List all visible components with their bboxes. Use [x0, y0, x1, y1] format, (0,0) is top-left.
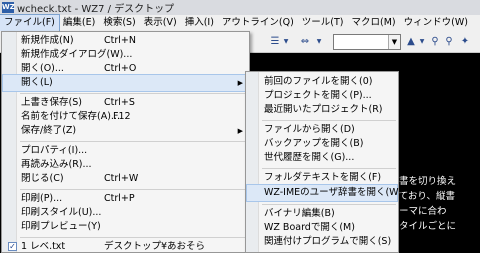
menu-file[interactable]: ファイル(F)	[0, 14, 60, 32]
submenu-item-open-associated[interactable]: 関連付けプログラムで開く(S)	[247, 234, 397, 250]
menu-edit[interactable]: 編集(E)	[59, 15, 99, 31]
menu-separator	[262, 168, 396, 169]
menu-macro[interactable]: マクロ(M)	[348, 15, 400, 31]
pin-icon[interactable]: ✦	[458, 34, 472, 50]
chevron-down-icon[interactable]: ▼	[282, 34, 290, 50]
menu-bar: ファイル(F) 編集(E) 検索(S) 表示(V) 挿入(I) アウトライン(Q…	[0, 14, 480, 32]
menu-separator	[20, 189, 247, 190]
open-submenu: 前回のファイルを開く(0) プロジェクトを開く(P)... 最近開いたプロジェク…	[245, 71, 402, 253]
menu-item-print-preview[interactable]: 印刷プレビュー(Y)	[3, 219, 248, 235]
window-title: wcheck.txt - WZ7 / デスクトップ	[17, 4, 175, 15]
search-next-icon[interactable]: ⚲	[442, 34, 456, 50]
menu-separator	[20, 93, 247, 94]
menu-search[interactable]: 検索(S)	[99, 15, 139, 31]
menu-outline[interactable]: アウトライン(Q)	[218, 15, 298, 31]
menu-tools[interactable]: ツール(T)	[298, 15, 348, 31]
chevron-down-icon[interactable]: ▼	[388, 35, 400, 49]
app-logo-icon: WZ	[2, 2, 15, 13]
list-icon[interactable]: ☰	[268, 34, 282, 50]
submenu-arrow-icon: ▶	[237, 127, 243, 135]
submenu-item-open-history[interactable]: 世代履歴を開く(G)...	[247, 150, 397, 166]
menu-item-open-submenu[interactable]: 開く(L) ▶	[2, 74, 249, 92]
menu-separator	[262, 204, 396, 205]
submenu-item-recent-projects[interactable]: 最近開いたプロジェクト(R)	[247, 102, 397, 118]
toolbar-combobox[interactable]: ▼	[333, 34, 401, 50]
menu-window[interactable]: ウィンドウ(W)	[400, 15, 472, 31]
submenu-item-open-ime-dictionary[interactable]: WZ-IMEのユーザ辞書を開く(W)	[246, 184, 402, 202]
menu-separator	[20, 237, 247, 238]
menu-separator	[20, 141, 247, 142]
submenu-item-open-folder-text[interactable]: フォルダテキストを開く(F)	[247, 170, 397, 186]
menu-insert[interactable]: 挿入(I)	[181, 15, 218, 31]
submenu-arrow-icon: ▶	[237, 79, 243, 87]
double-arrow-icon[interactable]: ⇔	[295, 34, 315, 50]
menu-item-recent-file[interactable]: ✓ 1 レベ.txt デスクトップ¥あおそら	[3, 239, 248, 253]
file-menu: 新規作成(N) Ctrl+N 新規作成ダイアログ(W)... 開く(O)... …	[1, 31, 250, 253]
chevron-down-icon[interactable]: ▼	[315, 34, 323, 50]
menu-separator	[262, 120, 396, 121]
chevron-down-icon[interactable]: ▼	[418, 34, 426, 50]
menu-item-save-close[interactable]: 保存/終了(Z) ▶	[3, 123, 248, 139]
search-icon[interactable]: ⚲	[428, 34, 442, 50]
title-bar: WZ wcheck.txt - WZ7 / デスクトップ	[0, 0, 480, 15]
up-arrow-icon[interactable]: ▲	[404, 34, 418, 50]
checkmark-icon: ✓	[8, 242, 17, 251]
menu-view[interactable]: 表示(V)	[140, 15, 181, 31]
menu-item-close[interactable]: 閉じる(C) Ctrl+W	[3, 171, 248, 187]
